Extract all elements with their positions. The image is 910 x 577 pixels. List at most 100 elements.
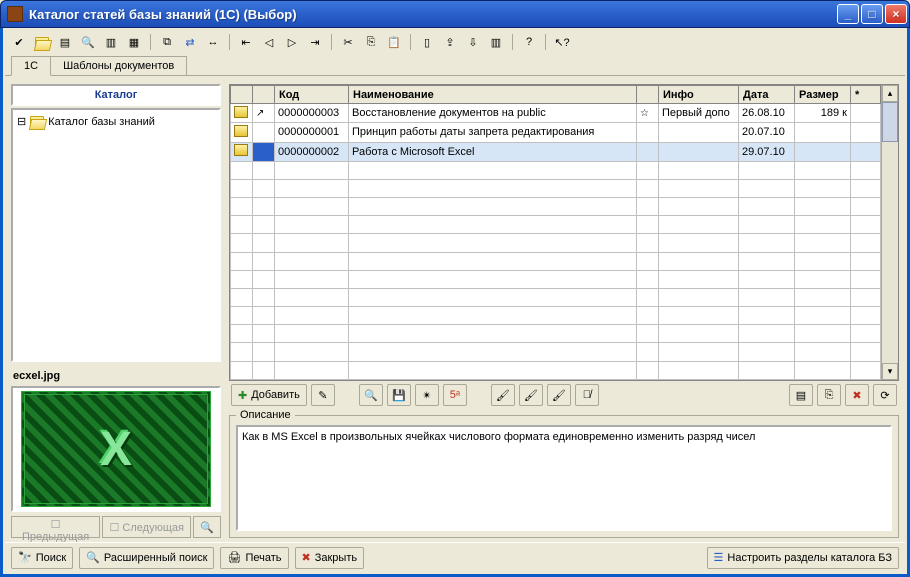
scroll-track[interactable] <box>882 102 898 363</box>
paste-icon[interactable]: 📋 <box>384 32 404 52</box>
tab-templates[interactable]: Шаблоны документов <box>50 56 187 75</box>
close-window-button[interactable]: × <box>885 4 907 24</box>
separator <box>229 34 230 50</box>
app-icon <box>7 6 23 22</box>
form-icon[interactable]: ▥ <box>101 32 121 52</box>
next-page-icon[interactable]: ▷ <box>282 32 302 52</box>
help-icon[interactable]: ? <box>519 32 539 52</box>
folder-open-icon[interactable] <box>32 32 52 52</box>
nopaint-button[interactable]: 🖌̸ <box>575 384 599 406</box>
cell-info <box>659 142 739 161</box>
prev-page-icon[interactable]: ◁ <box>259 32 279 52</box>
preview-filename: ecxel.jpg <box>11 368 221 384</box>
articles-grid[interactable]: Код Наименование Инфо Дата Размер * 0000… <box>230 85 881 380</box>
paint2-button[interactable]: 🖌 <box>519 384 543 406</box>
description-text[interactable]: Как в MS Excel в произвольных ячейках чи… <box>236 425 892 531</box>
tab-1c[interactable]: 1C <box>11 56 51 76</box>
configure-label: Настроить разделы каталога БЗ <box>727 552 892 564</box>
configure-sections-button[interactable]: ☰ Настроить разделы каталога БЗ <box>707 547 899 569</box>
delete-button[interactable]: ✖ <box>845 384 869 406</box>
catalog-tree[interactable]: ⊟ Каталог базы знаний <box>11 108 221 362</box>
print-button[interactable]: 🖨 Печать <box>220 547 288 569</box>
hierarchy-icon[interactable]: ⇄ <box>180 32 200 52</box>
doc1-icon[interactable]: ▯ <box>417 32 437 52</box>
table-row-empty <box>231 270 881 288</box>
star-button[interactable]: ✴ <box>415 384 439 406</box>
copy-icon: ⎘ <box>825 389 834 402</box>
grid-header-row: Код Наименование Инфо Дата Размер * <box>231 86 881 104</box>
select-icon[interactable]: ✔ <box>9 32 29 52</box>
grid-icon[interactable]: ▦ <box>124 32 144 52</box>
cell-size <box>795 123 851 142</box>
cell-date: 26.08.10 <box>739 104 795 123</box>
table-row[interactable]: 0000000002Работа с Microsoft Excel29.07.… <box>231 142 881 161</box>
paint1-button[interactable]: 🖌 <box>491 384 515 406</box>
advanced-search-button[interactable]: 🔍 Расширенный поиск <box>79 547 214 569</box>
col-size[interactable]: Размер <box>795 86 851 104</box>
new-doc-icon[interactable]: ▤ <box>55 32 75 52</box>
catalog-header: Каталог <box>11 84 221 106</box>
export-icon[interactable]: ⇪ <box>440 32 460 52</box>
table-row-empty <box>231 361 881 379</box>
col-icon[interactable] <box>231 86 253 104</box>
pencil-icon: ✎ <box>318 389 327 402</box>
col-marker[interactable] <box>253 86 275 104</box>
tree-root-item[interactable]: ⊟ Каталог базы знаний <box>17 114 215 129</box>
maximize-button[interactable]: □ <box>861 4 883 24</box>
brush3-icon: 🖌 <box>552 389 566 402</box>
preview-pane: X <box>11 386 221 512</box>
search-button[interactable]: 🔭 Поиск <box>11 547 73 569</box>
add-button[interactable]: ✚ Добавить <box>231 384 307 406</box>
zoom-button[interactable]: 🔍 <box>359 384 383 406</box>
minimize-button[interactable]: _ <box>837 4 859 24</box>
report-button[interactable]: ▤ <box>789 384 813 406</box>
close-label: Закрыть <box>315 552 357 564</box>
cut-icon[interactable]: ✂ <box>338 32 358 52</box>
last-icon[interactable]: ⇥ <box>305 32 325 52</box>
edit-button[interactable]: ✎ <box>311 384 335 406</box>
clipboard-icon[interactable]: ▥ <box>486 32 506 52</box>
table-row-empty <box>231 234 881 252</box>
first-icon[interactable]: ⇤ <box>236 32 256 52</box>
floppy-icon: 💾 <box>392 389 406 402</box>
grid-scrollbar[interactable]: ▴ ▾ <box>881 85 898 380</box>
find-icon[interactable]: 🔍 <box>78 32 98 52</box>
save-button[interactable]: 💾 <box>387 384 411 406</box>
table-row[interactable]: 0000000001Принцип работы даты запрета ре… <box>231 123 881 142</box>
copy-struct-icon[interactable]: ⧉ <box>157 32 177 52</box>
report-icon: ▤ <box>796 389 806 402</box>
table-row-empty <box>231 179 881 197</box>
table-row-empty <box>231 161 881 179</box>
col-star[interactable]: * <box>851 86 881 104</box>
paint3-button[interactable]: 🖌 <box>547 384 571 406</box>
col-code[interactable]: Код <box>275 86 349 104</box>
copy-row-button[interactable]: ⎘ <box>817 384 841 406</box>
col-marker2[interactable] <box>637 86 659 104</box>
cell-info: Первый допо <box>659 104 739 123</box>
next-image-button[interactable]: ☐ Следующая <box>102 516 191 538</box>
whatsthis-icon[interactable]: ↖? <box>552 32 572 52</box>
refresh-icon: ⟳ <box>880 389 889 402</box>
copy-icon[interactable]: ⎘ <box>361 32 381 52</box>
scroll-thumb[interactable] <box>882 102 898 142</box>
col-info[interactable]: Инфо <box>659 86 739 104</box>
table-row[interactable]: 0000000003Восстановление документов на p… <box>231 104 881 123</box>
scroll-up-icon[interactable]: ▴ <box>882 85 898 102</box>
cell-name: Работа с Microsoft Excel <box>349 142 637 161</box>
cell-size: 189 к <box>795 104 851 123</box>
col-date[interactable]: Дата <box>739 86 795 104</box>
prev-image-button[interactable]: ☐ Предыдущая <box>11 516 100 538</box>
document-icon <box>234 106 248 118</box>
content-area: Каталог ⊟ Каталог базы знаний ecxel.jpg … <box>5 76 905 542</box>
refresh-button[interactable]: ⟳ <box>873 384 897 406</box>
folder-open-icon <box>30 116 44 127</box>
import-icon[interactable]: ⇩ <box>463 32 483 52</box>
cell-date: 20.07.10 <box>739 123 795 142</box>
separator <box>545 34 546 50</box>
zoom-image-button[interactable]: 🔍 <box>193 516 221 538</box>
close-button[interactable]: ✖ Закрыть <box>295 547 365 569</box>
move-icon[interactable]: ↔ <box>203 32 223 52</box>
format-button[interactable]: 5ᵃ <box>443 384 467 406</box>
col-name[interactable]: Наименование <box>349 86 637 104</box>
scroll-down-icon[interactable]: ▾ <box>882 363 898 380</box>
